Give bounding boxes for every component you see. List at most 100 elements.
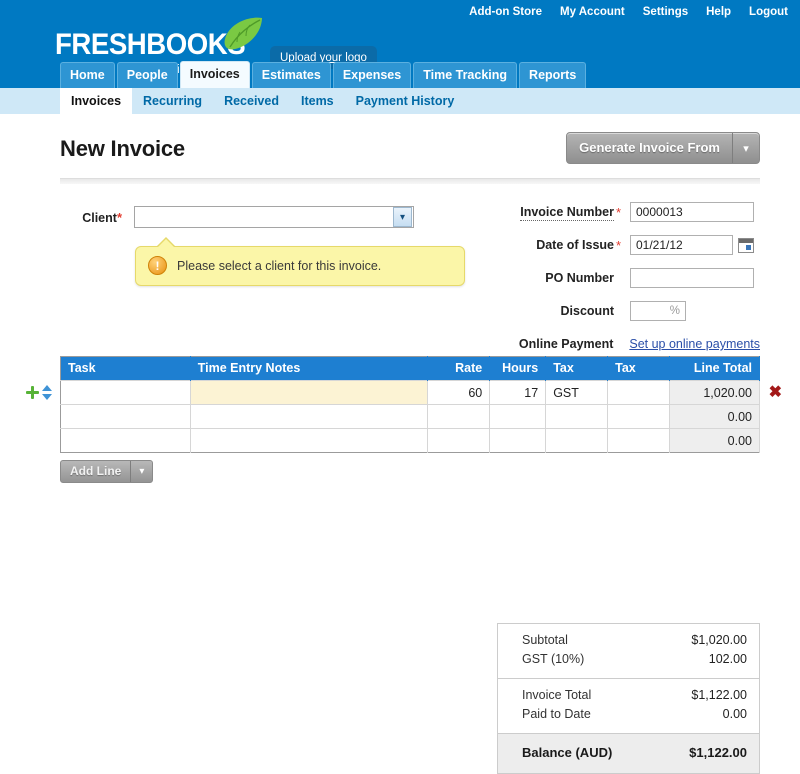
invoice-total-value: $1,122.00 bbox=[691, 687, 747, 702]
subtab-items[interactable]: Items bbox=[290, 88, 345, 114]
discount-row: Discount % bbox=[492, 297, 760, 325]
page-title-row: New Invoice Generate Invoice From ▾ bbox=[60, 132, 760, 178]
generate-invoice-from-label: Generate Invoice From bbox=[579, 140, 720, 155]
balance-row: Balance (AUD) $1,122.00 bbox=[498, 732, 759, 773]
tax-label: GST (10%) bbox=[522, 652, 585, 667]
paid-to-date-row: Paid to Date 0.00 bbox=[522, 705, 747, 724]
subtotal-value: $1,020.00 bbox=[691, 633, 747, 647]
page-content: New Invoice Generate Invoice From ▾ Clie… bbox=[0, 132, 800, 774]
cell-time-entry-notes[interactable] bbox=[190, 428, 429, 453]
topnav-item-addon-store[interactable]: Add-on Store bbox=[469, 6, 542, 18]
sub-navigation: Invoices Recurring Received Items Paymen… bbox=[0, 88, 800, 114]
subtab-invoices[interactable]: Invoices bbox=[60, 88, 133, 114]
po-number-label: PO Number bbox=[545, 271, 614, 285]
cell-hours[interactable] bbox=[489, 404, 547, 429]
invoice-total-row: Invoice Total $1,122.00 bbox=[522, 686, 747, 705]
cell-task[interactable] bbox=[60, 380, 191, 405]
add-line-button[interactable]: Add Line ▾ bbox=[60, 460, 154, 483]
setup-online-payments-link[interactable]: Set up online payments bbox=[629, 337, 760, 351]
add-line-label: Add Line bbox=[70, 464, 122, 478]
invoice-form: Client* ▾ ! Please select a client for t… bbox=[60, 198, 760, 351]
tab-invoices[interactable]: Invoices bbox=[179, 61, 250, 88]
cell-time-entry-notes[interactable] bbox=[190, 380, 429, 405]
calendar-icon[interactable] bbox=[738, 237, 754, 253]
top-navigation: Add-on Store My Account Settings Help Lo… bbox=[469, 6, 788, 18]
column-tax-2[interactable]: Tax bbox=[607, 356, 671, 381]
topnav-item-logout[interactable]: Logout bbox=[749, 6, 788, 18]
required-marker: * bbox=[616, 237, 622, 253]
column-tax-1[interactable]: Tax bbox=[545, 356, 609, 381]
column-task[interactable]: Task bbox=[60, 356, 191, 381]
cell-time-entry-notes[interactable] bbox=[190, 404, 429, 429]
tax-row: GST (10%) 102.00 bbox=[522, 650, 747, 669]
main-tabs: Home People Invoices Estimates Expenses … bbox=[60, 61, 587, 88]
cell-line-total: 1,020.00 ✖ bbox=[669, 380, 782, 405]
cell-tax-2[interactable] bbox=[607, 404, 671, 429]
cell-tax-2[interactable] bbox=[607, 428, 671, 453]
app-header: Add-on Store My Account Settings Help Lo… bbox=[0, 0, 800, 88]
column-line-total[interactable]: Line Total bbox=[669, 356, 760, 381]
delete-row-icon[interactable]: ✖ bbox=[768, 384, 782, 400]
tab-time-tracking[interactable]: Time Tracking bbox=[413, 62, 518, 88]
subtab-received[interactable]: Received bbox=[213, 88, 290, 114]
client-validation-tooltip: ! Please select a client for this invoic… bbox=[135, 237, 465, 286]
subtab-recurring[interactable]: Recurring bbox=[132, 88, 213, 114]
info-icon: ! bbox=[148, 256, 167, 275]
balance-value: $1,122.00 bbox=[689, 744, 747, 760]
tooltip-message: Please select a client for this invoice. bbox=[177, 258, 382, 273]
cell-rate[interactable] bbox=[427, 428, 491, 453]
chevron-down-icon[interactable]: ▾ bbox=[131, 461, 152, 482]
paid-to-date-label: Paid to Date bbox=[522, 707, 591, 722]
online-payment-label: Online Payment bbox=[518, 337, 614, 351]
tab-reports[interactable]: Reports bbox=[519, 62, 587, 88]
date-of-issue-input[interactable]: 01/21/12 bbox=[630, 235, 733, 255]
column-time-entry-notes[interactable]: Time Entry Notes bbox=[190, 356, 429, 381]
page-title: New Invoice bbox=[60, 136, 185, 161]
tab-expenses[interactable]: Expenses bbox=[332, 62, 412, 88]
subtotal-label: Subtotal bbox=[522, 633, 568, 647]
required-marker: * bbox=[116, 209, 122, 225]
po-number-input[interactable] bbox=[630, 268, 754, 288]
invoice-number-input[interactable]: 0000013 bbox=[630, 202, 754, 222]
invoice-details-fields: Invoice Number * 0000013 Date of Issue *… bbox=[492, 198, 760, 363]
cell-rate[interactable] bbox=[427, 404, 491, 429]
topnav-item-help[interactable]: Help bbox=[706, 6, 731, 18]
chevron-down-icon[interactable]: ▾ bbox=[733, 133, 759, 163]
client-select[interactable]: ▾ bbox=[134, 206, 414, 228]
discount-input[interactable]: % bbox=[630, 301, 686, 321]
table-row: 0.00 bbox=[60, 404, 760, 429]
tab-home[interactable]: Home bbox=[60, 62, 115, 88]
client-label: Client* bbox=[82, 209, 122, 225]
chevron-down-icon[interactable]: ▾ bbox=[393, 207, 412, 227]
online-payment-row: Online Payment Set up online payments bbox=[492, 330, 760, 358]
cell-task[interactable] bbox=[60, 428, 191, 453]
balance-label: Balance (AUD) bbox=[522, 744, 613, 760]
cell-tax-1[interactable]: GST bbox=[545, 380, 609, 405]
add-row-icon[interactable] bbox=[26, 386, 39, 399]
cell-tax-1[interactable] bbox=[545, 404, 609, 429]
row-controls bbox=[26, 385, 53, 400]
tab-estimates[interactable]: Estimates bbox=[251, 62, 331, 88]
po-number-row: PO Number bbox=[492, 264, 760, 292]
cell-tax-2[interactable] bbox=[607, 380, 671, 405]
topnav-item-my-account[interactable]: My Account bbox=[560, 6, 625, 18]
cell-tax-1[interactable] bbox=[545, 428, 609, 453]
column-hours[interactable]: Hours bbox=[489, 356, 547, 381]
cell-task[interactable] bbox=[60, 404, 191, 429]
invoice-number-row: Invoice Number * 0000013 bbox=[492, 198, 760, 226]
date-of-issue-label: Date of Issue bbox=[536, 238, 614, 252]
line-items-section: Task Time Entry Notes Rate Hours Tax Tax… bbox=[26, 356, 782, 483]
generate-invoice-from-button[interactable]: Generate Invoice From ▾ bbox=[566, 132, 760, 164]
cell-hours[interactable] bbox=[489, 428, 547, 453]
subtotal-row: Subtotal $1,020.00 bbox=[522, 631, 747, 650]
column-rate[interactable]: Rate bbox=[427, 356, 491, 381]
date-of-issue-row: Date of Issue * 01/21/12 bbox=[492, 231, 760, 259]
discount-label: Discount bbox=[560, 304, 614, 318]
cell-hours[interactable]: 17 bbox=[489, 380, 547, 405]
invoice-number-label: Invoice Number bbox=[520, 205, 614, 221]
cell-rate[interactable]: 60 bbox=[427, 380, 491, 405]
subtab-payment-history[interactable]: Payment History bbox=[345, 88, 466, 114]
reorder-rows-icon[interactable] bbox=[42, 385, 53, 400]
topnav-item-settings[interactable]: Settings bbox=[643, 6, 688, 18]
tab-people[interactable]: People bbox=[116, 62, 178, 88]
